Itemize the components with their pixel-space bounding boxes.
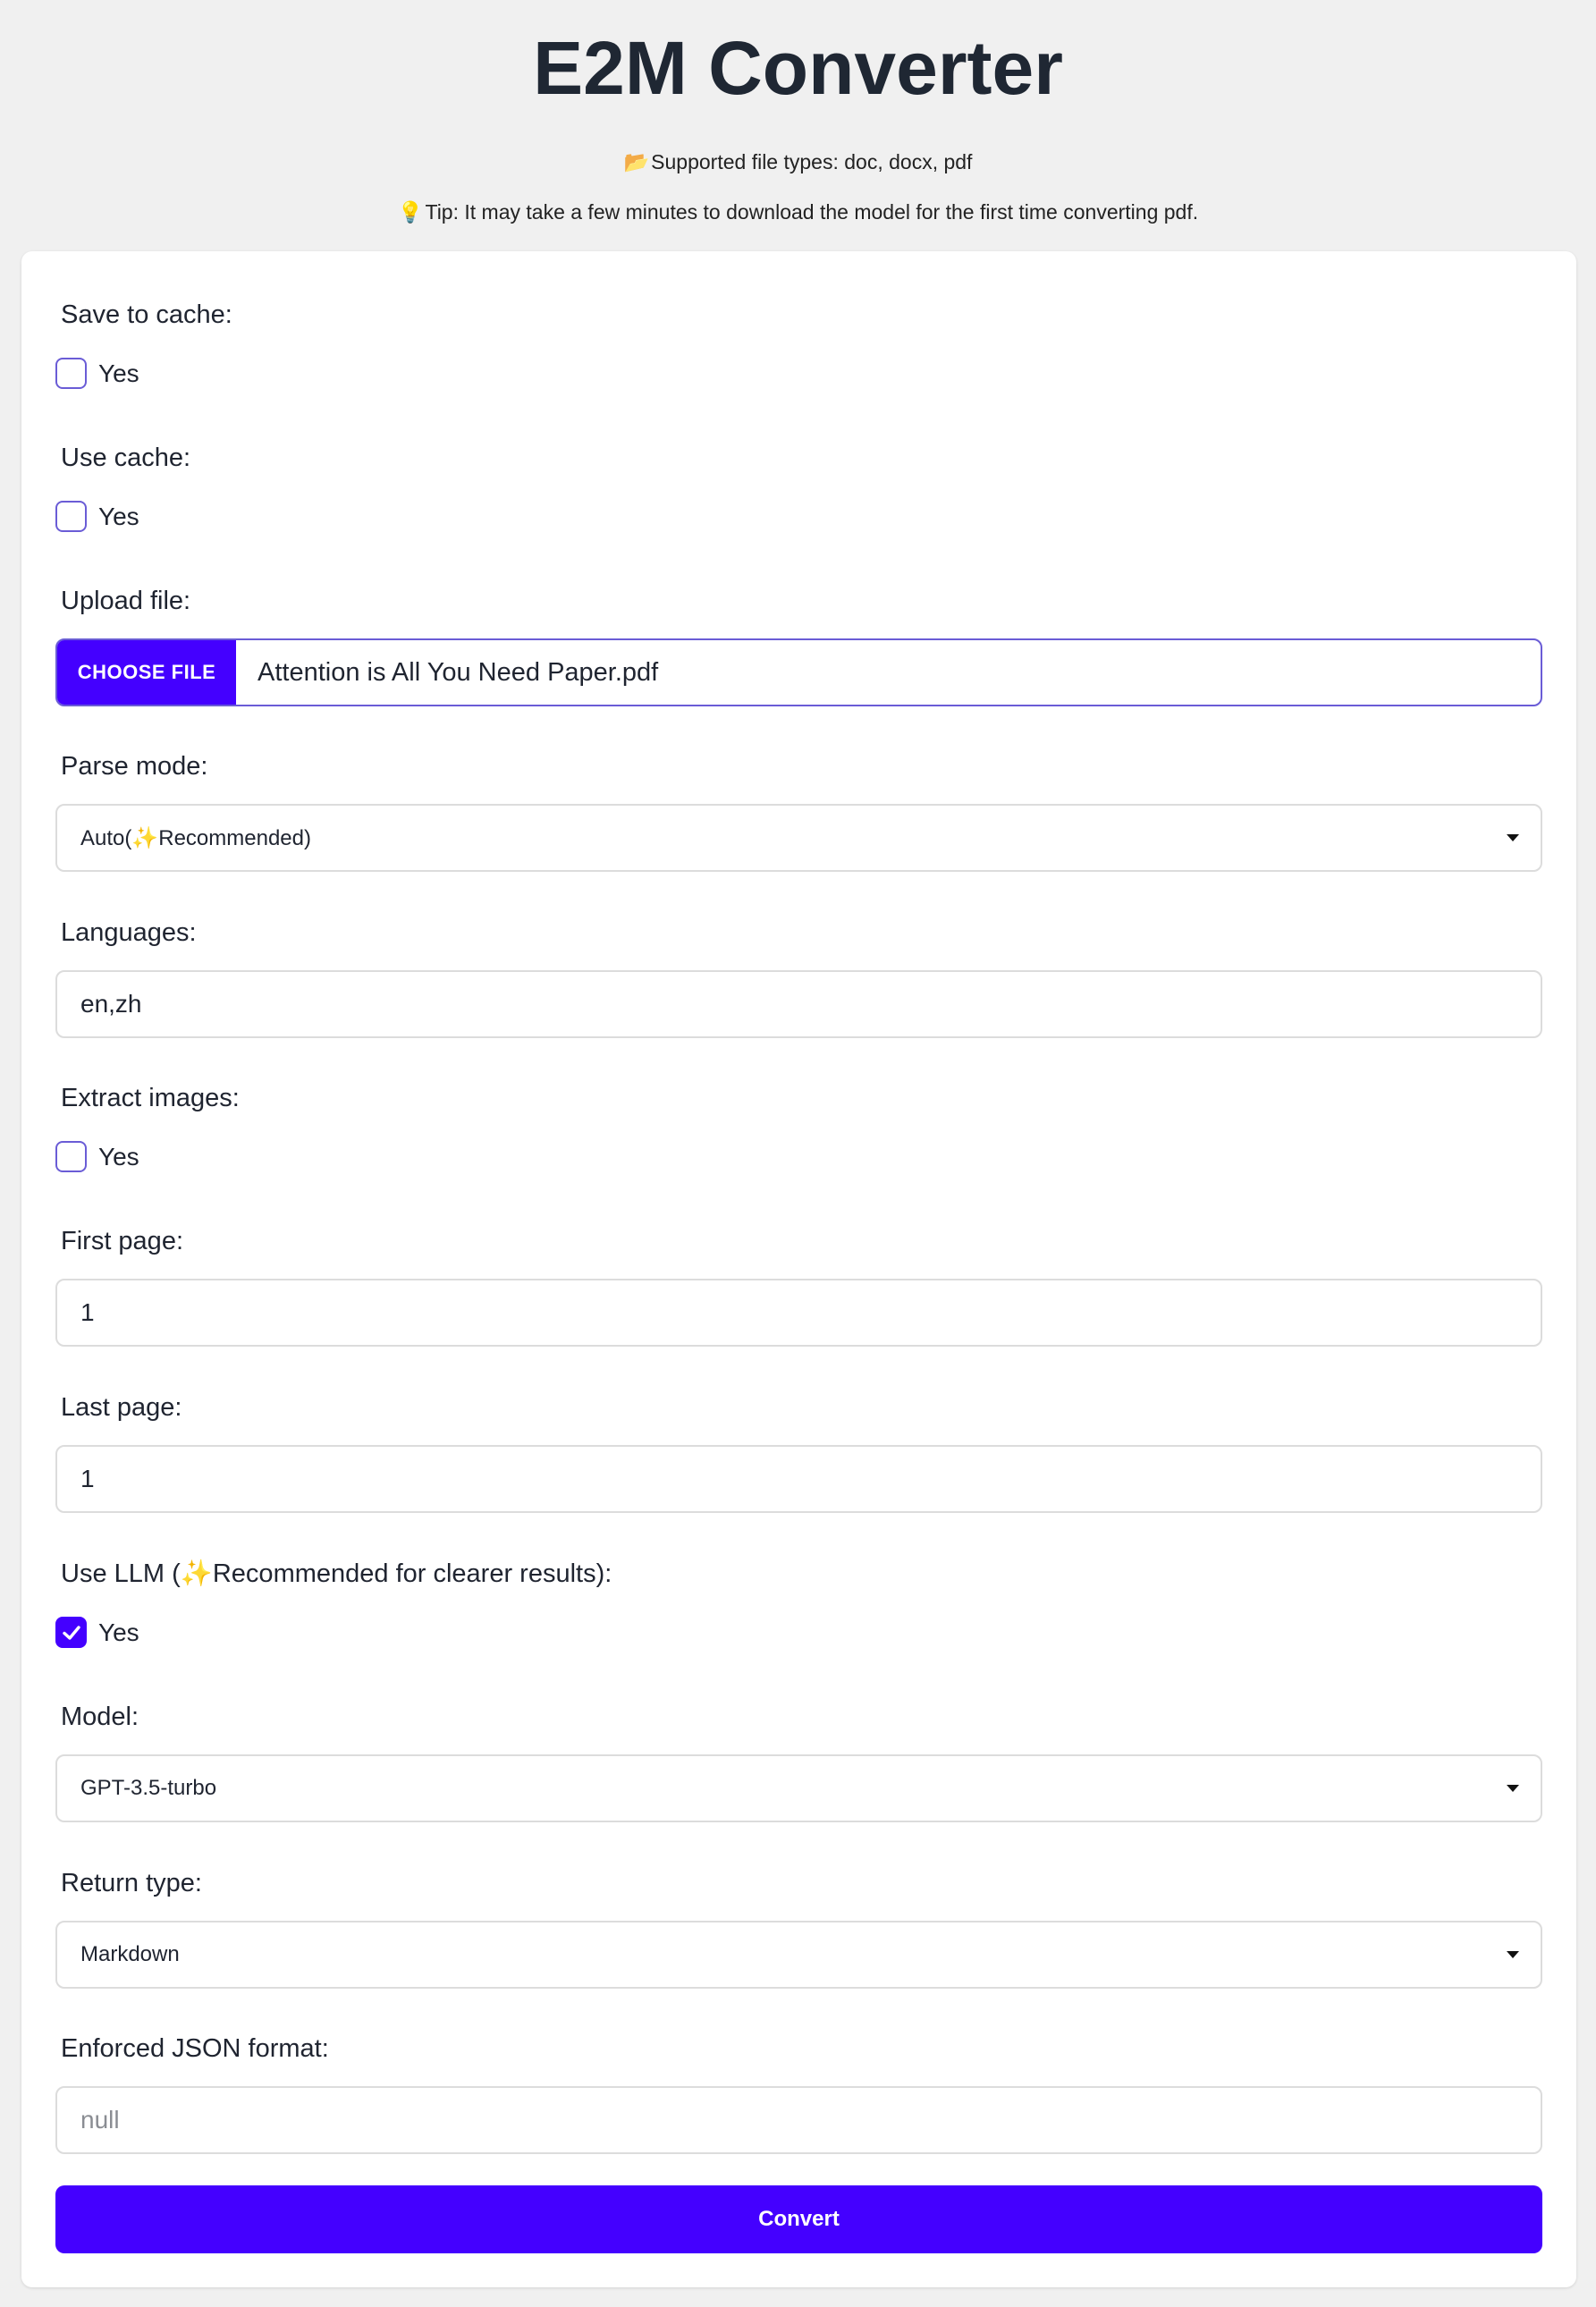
selected-file-name: Attention is All You Need Paper.pdf	[258, 657, 659, 687]
tip-note: 💡Tip: It may take a few minutes to downl…	[0, 199, 1596, 225]
file-input[interactable]: CHOOSE FILE Attention is All You Need Pa…	[55, 638, 1542, 706]
parse-mode-field: Parse mode: Auto(✨Recommended)	[55, 750, 1542, 872]
chevron-down-icon	[1507, 1951, 1519, 1958]
parse-mode-label: Parse mode:	[61, 752, 208, 781]
use-cache-checkbox[interactable]	[55, 501, 87, 532]
choose-file-button[interactable]: CHOOSE FILE	[57, 640, 236, 705]
return-type-label: Return type:	[61, 1869, 202, 1897]
supported-types-note: 📂Supported file types: doc, docx, pdf	[0, 148, 1596, 175]
save-cache-option-label: Yes	[98, 359, 139, 387]
use-cache-label: Use cache:	[61, 444, 191, 472]
save-cache-label: Save to cache:	[61, 300, 232, 329]
extract-images-option[interactable]: Yes	[55, 1141, 1542, 1172]
first-page-input[interactable]: 1	[55, 1279, 1542, 1347]
folder-icon: 📂	[623, 150, 650, 173]
parse-mode-select[interactable]: Auto(✨Recommended)	[55, 804, 1542, 872]
last-page-field: Last page: 1	[55, 1391, 1542, 1513]
convert-button[interactable]: Convert	[55, 2185, 1542, 2253]
use-llm-field: Use LLM (✨Recommended for clearer result…	[55, 1558, 1542, 1648]
use-llm-checkbox[interactable]	[55, 1617, 87, 1648]
parse-mode-value: Auto(✨Recommended)	[80, 825, 311, 850]
model-value: GPT-3.5-turbo	[80, 1776, 217, 1800]
return-type-select[interactable]: Markdown	[55, 1921, 1542, 1989]
languages-input[interactable]: en,zh	[55, 970, 1542, 1038]
save-cache-option[interactable]: Yes	[55, 358, 1542, 389]
use-llm-option-label: Yes	[98, 1618, 139, 1646]
lightbulb-icon: 💡	[397, 200, 424, 224]
use-cache-option-label: Yes	[98, 502, 139, 530]
supported-types-text: Supported file types: doc, docx, pdf	[651, 150, 973, 173]
languages-label: Languages:	[61, 918, 197, 947]
use-llm-label: Use LLM (✨Recommended for clearer result…	[61, 1559, 612, 1588]
json-format-field: Enforced JSON format: null	[55, 2032, 1542, 2154]
save-cache-field: Save to cache: Yes	[55, 299, 1542, 389]
first-page-label: First page:	[61, 1227, 183, 1255]
chevron-down-icon	[1507, 1785, 1519, 1792]
extract-images-field: Extract images: Yes	[55, 1082, 1542, 1172]
json-format-label: Enforced JSON format:	[61, 2034, 329, 2063]
chevron-down-icon	[1507, 834, 1519, 841]
extract-images-option-label: Yes	[98, 1142, 139, 1170]
extract-images-checkbox[interactable]	[55, 1141, 87, 1172]
return-type-field: Return type: Markdown	[55, 1867, 1542, 1989]
first-page-field: First page: 1	[55, 1225, 1542, 1347]
last-page-label: Last page:	[61, 1393, 182, 1422]
extract-images-label: Extract images:	[61, 1084, 240, 1112]
model-field: Model: GPT-3.5-turbo	[55, 1701, 1542, 1822]
last-page-input[interactable]: 1	[55, 1445, 1542, 1513]
converter-form: Save to cache: Yes Use cache: Yes Upload…	[21, 251, 1576, 2287]
checkmark-icon	[62, 1625, 80, 1640]
languages-field: Languages: en,zh	[55, 917, 1542, 1038]
tip-text: Tip: It may take a few minutes to downlo…	[425, 200, 1199, 224]
save-cache-checkbox[interactable]	[55, 358, 87, 389]
use-cache-option[interactable]: Yes	[55, 501, 1542, 532]
model-select[interactable]: GPT-3.5-turbo	[55, 1754, 1542, 1822]
use-llm-option[interactable]: Yes	[55, 1617, 1542, 1648]
return-type-value: Markdown	[80, 1942, 180, 1966]
page-title: E2M Converter	[533, 26, 1063, 110]
upload-file-field: Upload file: CHOOSE FILE Attention is Al…	[55, 585, 1542, 706]
use-cache-field: Use cache: Yes	[55, 442, 1542, 532]
model-label: Model:	[61, 1703, 139, 1731]
upload-file-label: Upload file:	[61, 587, 191, 615]
json-format-input[interactable]: null	[55, 2086, 1542, 2154]
